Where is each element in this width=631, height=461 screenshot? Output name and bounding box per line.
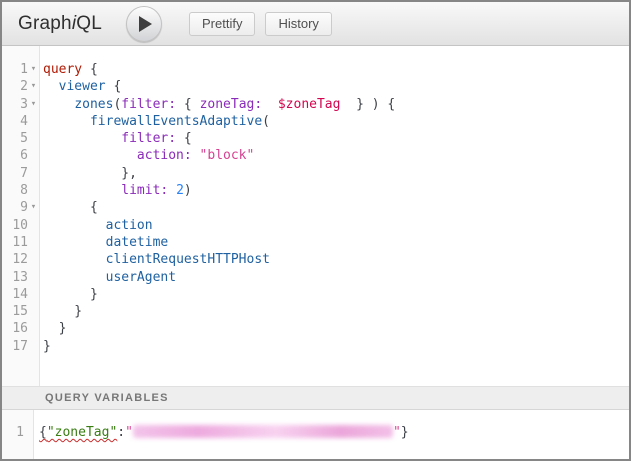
fold-arrow-icon[interactable]: ▾ [28,96,39,113]
toolbar: GraphiQL Prettify History [2,2,629,46]
code-line[interactable]: 7 }, [2,165,629,182]
play-icon [139,16,152,32]
line-number: 10 [2,217,39,234]
line-number: 11 [2,234,39,251]
line-number: 14 [2,286,39,303]
code-line[interactable]: 3▾ zones(filter: { zoneTag: $zoneTag } )… [2,96,629,113]
code-line[interactable]: 15 } [2,303,629,320]
execute-query-button[interactable] [126,6,162,42]
code-line[interactable]: 17} [2,338,629,355]
code-text: } [39,320,66,337]
query-editor-lines: 1▾query {2▾ viewer {3▾ zones(filter: { z… [2,61,629,355]
variables-editor[interactable]: 1{"zoneTag":""} [2,410,629,459]
redacted-value [133,425,393,438]
code-text: viewer { [39,78,121,95]
line-number: 16 [2,320,39,337]
code-text: action [39,217,153,234]
code-text: firewallEventsAdaptive( [39,113,270,130]
code-text: } [39,286,98,303]
line-number: 13 [2,269,39,286]
code-line[interactable]: 13 userAgent [2,269,629,286]
line-number: 12 [2,251,39,268]
code-text: } [39,338,51,355]
line-number: 7 [2,165,39,182]
prettify-button[interactable]: Prettify [189,12,255,36]
fold-arrow-icon[interactable]: ▾ [28,61,39,78]
code-line[interactable]: 12 clientRequestHTTPHost [2,251,629,268]
code-line[interactable]: 8 limit: 2) [2,182,629,199]
code-text: { [39,199,98,216]
code-text: {"zoneTag":""} [33,424,409,441]
query-editor[interactable]: 1▾query {2▾ viewer {3▾ zones(filter: { z… [2,46,629,386]
code-line[interactable]: 1▾query { [2,61,629,78]
code-text: datetime [39,234,168,251]
variables-editor-lines: 1{"zoneTag":""} [2,424,629,441]
fold-arrow-icon[interactable]: ▾ [28,199,39,216]
code-text: userAgent [39,269,176,286]
app-title-ql: QL [76,13,102,34]
code-text: action: "block" [39,147,254,164]
history-button[interactable]: History [265,12,331,36]
code-text: limit: 2) [39,182,192,199]
code-text: clientRequestHTTPHost [39,251,270,268]
code-line[interactable]: 16 } [2,320,629,337]
code-text: query { [39,61,98,78]
code-text: filter: { [39,130,192,147]
app-title: GraphiQL [18,13,102,35]
code-text: }, [39,165,137,182]
code-line[interactable]: 4 firewallEventsAdaptive( [2,113,629,130]
line-number: 8 [2,182,39,199]
line-number: 3▾ [2,96,39,113]
query-variables-title: QUERY VARIABLES [45,392,169,404]
query-variables-header[interactable]: QUERY VARIABLES [2,386,629,410]
line-number: 1 [2,424,33,441]
line-number: 6 [2,147,39,164]
line-number: 1▾ [2,61,39,78]
code-line[interactable]: 1{"zoneTag":""} [2,424,629,441]
app-title-graph: Graph [18,13,72,34]
code-line[interactable]: 14 } [2,286,629,303]
line-number: 15 [2,303,39,320]
code-text: zones(filter: { zoneTag: $zoneTag } ) { [39,96,395,113]
line-number: 5 [2,130,39,147]
code-line[interactable]: 10 action [2,217,629,234]
graphiql-container: GraphiQL Prettify History 1▾query {2▾ vi… [0,0,631,461]
line-number: 9▾ [2,199,39,216]
code-line[interactable]: 5 filter: { [2,130,629,147]
code-text: } [39,303,82,320]
line-number: 2▾ [2,78,39,95]
code-line[interactable]: 6 action: "block" [2,147,629,164]
code-line[interactable]: 11 datetime [2,234,629,251]
code-line[interactable]: 9▾ { [2,199,629,216]
line-number: 4 [2,113,39,130]
code-line[interactable]: 2▾ viewer { [2,78,629,95]
fold-arrow-icon[interactable]: ▾ [28,78,39,95]
line-number: 17 [2,338,39,355]
